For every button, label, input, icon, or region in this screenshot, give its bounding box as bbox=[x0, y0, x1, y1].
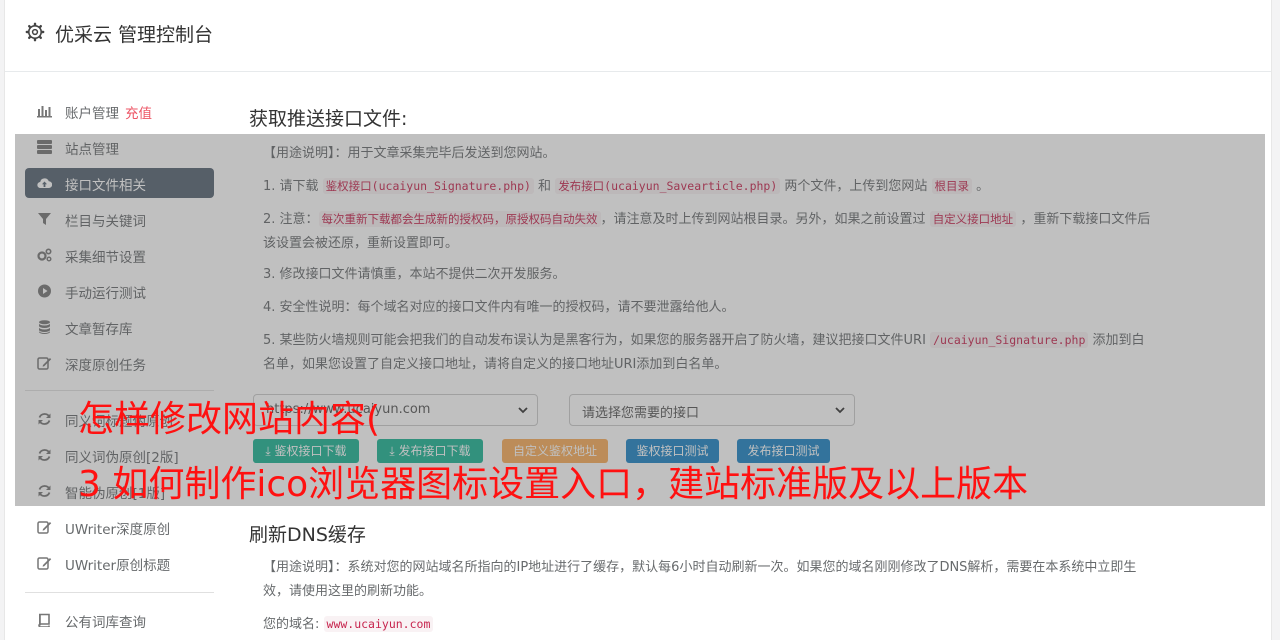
sidebar-item-uwriter-deep[interactable]: UWriter深度原创 bbox=[25, 512, 214, 542]
sidebar-item-public-dictionary[interactable]: 公有词库查询 bbox=[25, 605, 214, 635]
sidebar-item-account[interactable]: 账户管理 充值 bbox=[25, 96, 214, 126]
sidebar-item-label: 公有词库查询 bbox=[65, 615, 146, 631]
domain-row: 您的域名: www.ucaiyun.com bbox=[263, 612, 1153, 637]
gear-icon[interactable] bbox=[25, 22, 45, 42]
banner-line-1: 怎样修改网站内容( bbox=[78, 399, 381, 440]
page-title: 优采云 管理控制台 bbox=[55, 24, 214, 46]
header: 优采云 管理控制台 bbox=[5, 0, 1271, 72]
recharge-link[interactable]: 充值 bbox=[125, 106, 152, 122]
sidebar-item-label: UWriter深度原创 bbox=[65, 522, 171, 538]
sidebar-item-label: 账户管理 bbox=[65, 106, 119, 122]
dns-usage-note: 【用途说明】：系统对您的网站域名所指向的IP地址进行了缓存，默认每6小时自动刷新… bbox=[263, 560, 1137, 599]
dns-section-title: 刷新DNS缓存 bbox=[249, 524, 366, 546]
bar-chart-icon bbox=[37, 106, 52, 118]
gray-overlay bbox=[15, 134, 1265, 506]
edit-icon bbox=[37, 557, 52, 570]
book-icon bbox=[38, 613, 50, 627]
sidebar-item-label: UWriter原创标题 bbox=[65, 558, 171, 574]
domain-value: www.ucaiyun.com bbox=[323, 616, 434, 632]
sidebar-item-uwriter-title[interactable]: UWriter原创标题 bbox=[25, 548, 214, 578]
edit-icon bbox=[37, 521, 52, 534]
banner-line-2: 3 如何制作ico浏览器图标设置入口，建站标准版及以上版本 bbox=[78, 464, 1029, 505]
section-title: 获取推送接口文件: bbox=[249, 108, 408, 130]
sidebar-divider bbox=[25, 592, 214, 593]
domain-label: 您的域名: bbox=[263, 617, 324, 632]
